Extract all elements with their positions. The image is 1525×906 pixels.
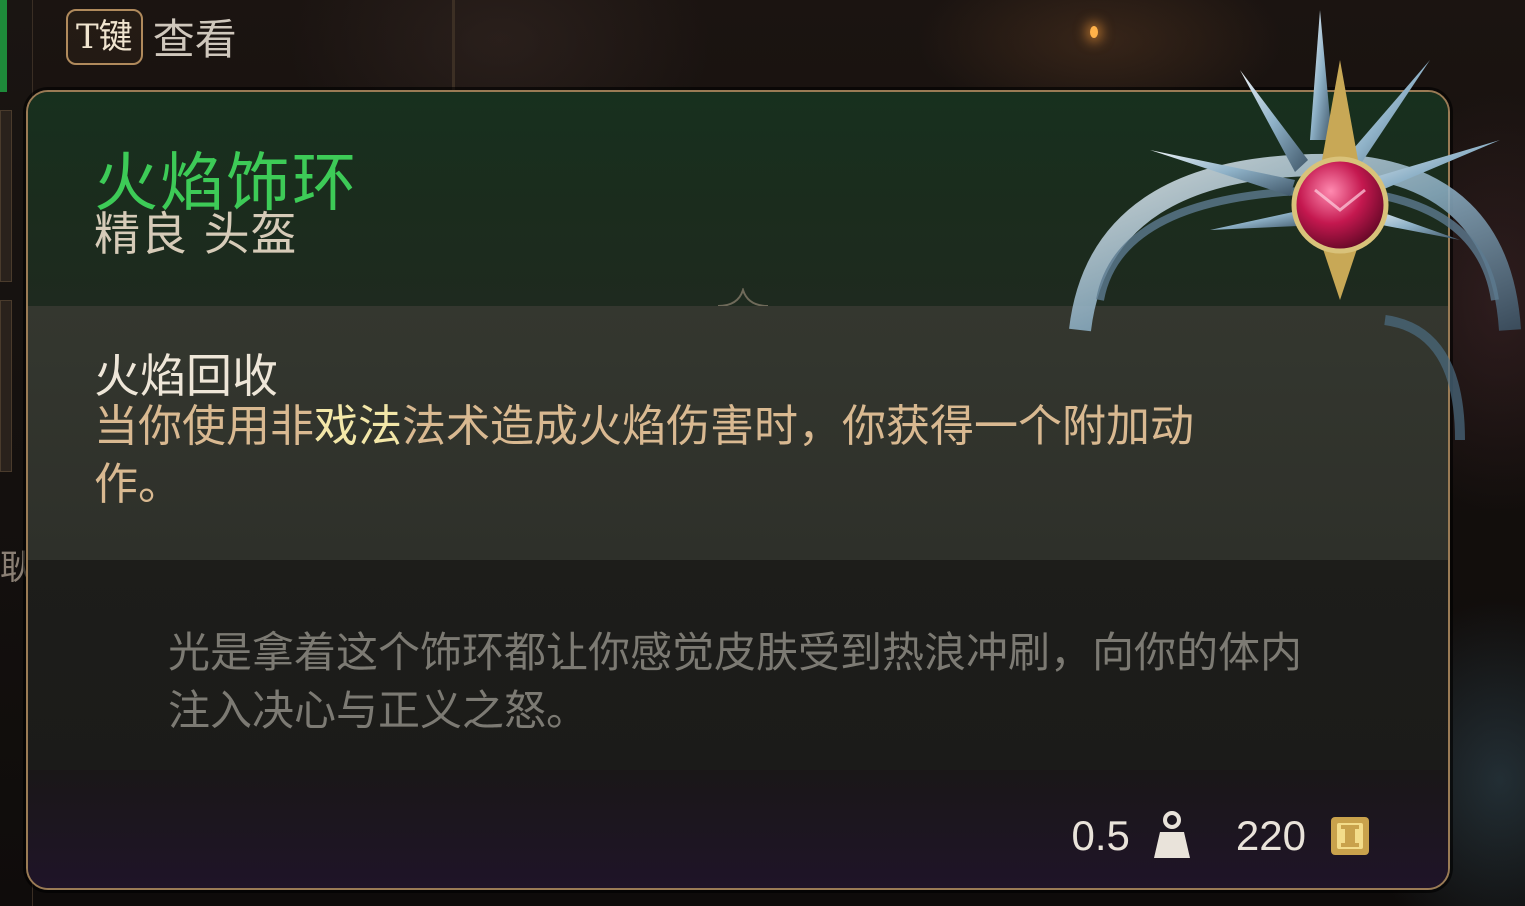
tooltip-header: 火焰饰环 精良 头盔 [28,92,1448,306]
weight-icon [1153,811,1190,858]
lamp-light [1090,26,1098,38]
gold-coin-icon [1331,817,1369,855]
gold-value: 220 [1235,812,1306,859]
flavor-section: 光是拿着这个饰环都让你感觉皮肤受到热浪冲刷，向你的体内注入决心与正义之怒。 [28,560,1448,770]
effect-section: 火焰回收 当你使用非戏法法术造成火焰伤害时，你获得一个附加动作。 [28,306,1448,560]
t-key-badge: T键 [66,8,143,65]
examine-key-hint[interactable]: T键 查看 [66,6,237,67]
side-panel-tab[interactable] [0,110,12,282]
tooltip-footer: 0.5 220 [28,770,1448,888]
item-tooltip: 火焰饰环 精良 头盔 火焰回收 当你使用非戏法法术造成火焰伤害时，你获得一个附加… [26,90,1450,890]
examine-label: 查看 [152,15,237,64]
flavor-text: 光是拿着这个饰环都让你感觉皮肤受到热浪冲刷，向你的体内注入决心与正义之怒。 [168,628,1303,735]
selection-indicator [0,0,7,92]
side-panel-tab[interactable] [0,300,12,472]
section-notch [718,288,768,307]
effect-title: 火焰回收 [94,349,278,403]
weight-value: 0.5 [1071,812,1130,859]
effect-description: 当你使用非戏法法术造成火焰伤害时，你获得一个附加动作。 [94,398,1274,514]
item-stats: 0.5 220 [1072,810,1372,862]
item-rarity-type: 精良 头盔 [94,207,298,261]
cantrip-keyword[interactable]: 戏法 [314,401,402,452]
effect-desc-part: 当你使用非 [94,401,314,452]
frame-divider [452,0,455,92]
